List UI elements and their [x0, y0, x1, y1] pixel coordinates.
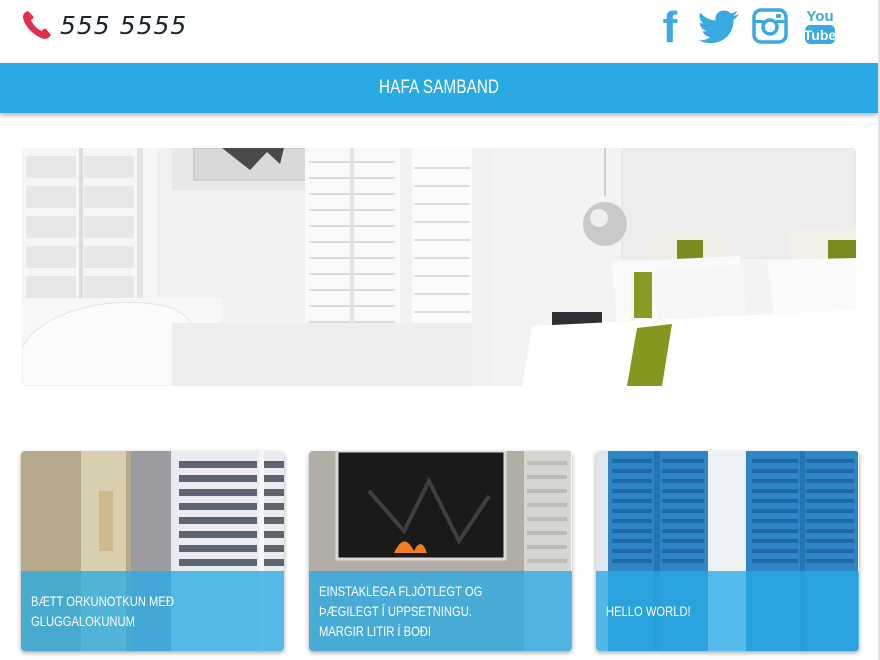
- svg-text:Tube: Tube: [804, 27, 837, 43]
- card-caption: BÆTT ORKUNOTKUN MEÐ GLUGGALOKUNUM: [21, 571, 284, 651]
- phone-contact[interactable]: 555 5555: [20, 8, 187, 42]
- bedroom-image: [22, 148, 856, 386]
- card-caption: HELLO WORLD!: [596, 571, 859, 651]
- youtube-link[interactable]: You Tube: [798, 4, 842, 48]
- twitter-link[interactable]: [698, 4, 742, 48]
- top-bar: 555 5555 f You Tube: [0, 0, 880, 62]
- feature-card[interactable]: HELLO WORLD!: [596, 451, 859, 651]
- svg-text:You: You: [806, 8, 833, 25]
- phone-number: 555 5555: [60, 10, 188, 40]
- feature-card[interactable]: BÆTT ORKUNOTKUN MEÐ GLUGGALOKUNUM: [21, 451, 284, 651]
- facebook-icon: f: [663, 6, 678, 46]
- instagram-icon: [752, 8, 788, 44]
- twitter-icon: [699, 10, 739, 43]
- nav-bar: HAFA SAMBAND: [0, 63, 878, 113]
- social-links: f You Tube: [642, 4, 842, 48]
- facebook-link[interactable]: f: [648, 4, 692, 48]
- feature-card[interactable]: EINSTAKLEGA FLJÓTLEGT OG ÞÆGILEGT Í UPPS…: [309, 451, 572, 651]
- card-caption-text: HELLO WORLD!: [606, 603, 691, 619]
- instagram-link[interactable]: [748, 4, 792, 48]
- card-caption-text: BÆTT ORKUNOTKUN MEÐ GLUGGALOKUNUM: [31, 593, 174, 629]
- svg-text:f: f: [663, 6, 678, 46]
- card-caption-text: EINSTAKLEGA FLJÓTLEGT OG ÞÆGILEGT Í UPPS…: [319, 583, 483, 639]
- nav-contact-link[interactable]: HAFA SAMBAND: [379, 77, 499, 99]
- youtube-icon: You Tube: [804, 8, 837, 44]
- phone-icon: [23, 11, 51, 39]
- hero-image: [22, 148, 856, 386]
- card-caption: EINSTAKLEGA FLJÓTLEGT OG ÞÆGILEGT Í UPPS…: [309, 571, 572, 651]
